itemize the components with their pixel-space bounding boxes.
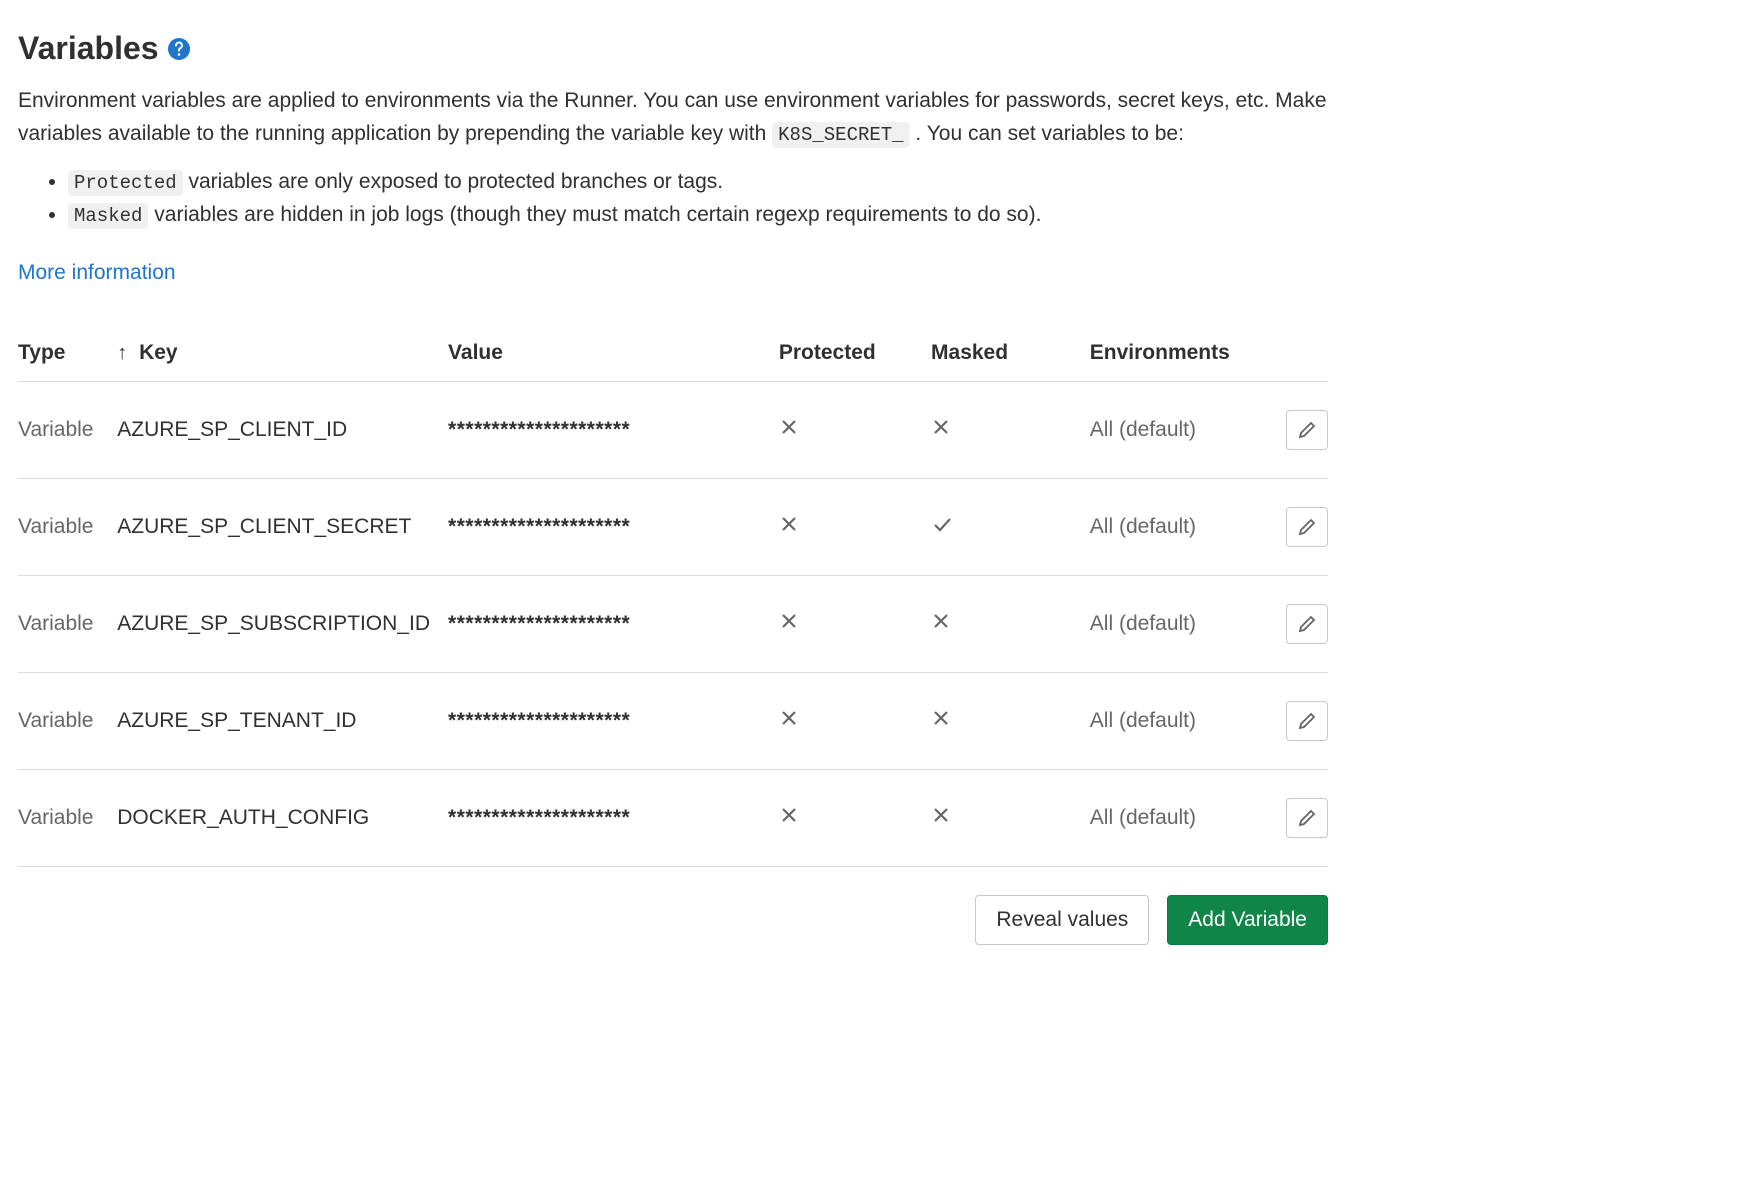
page-title: Variables (18, 30, 159, 67)
cell-protected (779, 576, 931, 673)
cell-value: ********************* (448, 576, 779, 673)
add-variable-button[interactable]: Add Variable (1167, 895, 1328, 945)
cell-environments: All (default) (1090, 770, 1262, 867)
sort-ascending-icon: ↑ (117, 342, 127, 365)
table-row: VariableDOCKER_AUTH_CONFIG**************… (18, 770, 1328, 867)
cell-type: Variable (18, 382, 117, 479)
col-header-action (1262, 325, 1328, 382)
col-header-environments[interactable]: Environments (1090, 325, 1262, 382)
cell-action (1262, 382, 1328, 479)
x-icon (931, 417, 951, 437)
cell-key: AZURE_SP_CLIENT_SECRET (117, 479, 448, 576)
section-heading: Variables (18, 30, 1328, 67)
x-icon (931, 805, 951, 825)
bullet-text: variables are hidden in job logs (though… (154, 203, 1041, 226)
cell-type: Variable (18, 673, 117, 770)
cell-environments: All (default) (1090, 673, 1262, 770)
description-list: Protected variables are only exposed to … (68, 166, 1328, 231)
list-item: Protected variables are only exposed to … (68, 166, 1328, 199)
table-row: VariableAZURE_SP_CLIENT_SECRET**********… (18, 479, 1328, 576)
cell-masked (931, 770, 1090, 867)
cell-protected (779, 770, 931, 867)
cell-protected (779, 673, 931, 770)
code-k8s-secret: K8S_SECRET_ (772, 122, 909, 148)
variables-section: Variables Environment variables are appl… (18, 30, 1328, 945)
table-row: VariableAZURE_SP_TENANT_ID**************… (18, 673, 1328, 770)
col-header-masked[interactable]: Masked (931, 325, 1090, 382)
table-row: VariableAZURE_SP_CLIENT_ID**************… (18, 382, 1328, 479)
check-icon (931, 513, 953, 535)
cell-value: ********************* (448, 770, 779, 867)
cell-action (1262, 479, 1328, 576)
x-icon (931, 611, 951, 631)
cell-action (1262, 673, 1328, 770)
col-header-value[interactable]: Value (448, 325, 779, 382)
cell-masked (931, 576, 1090, 673)
cell-action (1262, 576, 1328, 673)
x-icon (779, 805, 799, 825)
col-header-protected[interactable]: Protected (779, 325, 931, 382)
variables-table: Type ↑ Key Value Protected Masked Enviro… (18, 325, 1328, 867)
reveal-values-button[interactable]: Reveal values (975, 895, 1149, 945)
list-item: Masked variables are hidden in job logs … (68, 199, 1328, 232)
edit-variable-button[interactable] (1286, 798, 1328, 838)
cell-environments: All (default) (1090, 382, 1262, 479)
col-header-key[interactable]: ↑ Key (117, 325, 448, 382)
section-description: Environment variables are applied to env… (18, 85, 1328, 150)
cell-protected (779, 479, 931, 576)
cell-type: Variable (18, 576, 117, 673)
cell-masked (931, 479, 1090, 576)
cell-environments: All (default) (1090, 479, 1262, 576)
cell-action (1262, 770, 1328, 867)
cell-type: Variable (18, 770, 117, 867)
cell-key: DOCKER_AUTH_CONFIG (117, 770, 448, 867)
code-protected: Protected (68, 170, 183, 196)
x-icon (931, 708, 951, 728)
help-icon[interactable] (167, 37, 191, 61)
cell-masked (931, 673, 1090, 770)
footer-actions: Reveal values Add Variable (18, 895, 1328, 945)
edit-variable-button[interactable] (1286, 604, 1328, 644)
col-header-type[interactable]: Type (18, 325, 117, 382)
cell-type: Variable (18, 479, 117, 576)
col-header-key-label: Key (139, 341, 178, 364)
edit-variable-button[interactable] (1286, 507, 1328, 547)
cell-masked (931, 382, 1090, 479)
cell-environments: All (default) (1090, 576, 1262, 673)
x-icon (779, 708, 799, 728)
bullet-text: variables are only exposed to protected … (188, 170, 723, 193)
cell-value: ********************* (448, 479, 779, 576)
x-icon (779, 514, 799, 534)
x-icon (779, 611, 799, 631)
cell-protected (779, 382, 931, 479)
table-row: VariableAZURE_SP_SUBSCRIPTION_ID********… (18, 576, 1328, 673)
code-masked: Masked (68, 203, 148, 229)
edit-variable-button[interactable] (1286, 701, 1328, 741)
cell-key: AZURE_SP_TENANT_ID (117, 673, 448, 770)
cell-key: AZURE_SP_SUBSCRIPTION_ID (117, 576, 448, 673)
more-info-link[interactable]: More information (18, 261, 176, 285)
edit-variable-button[interactable] (1286, 410, 1328, 450)
x-icon (779, 417, 799, 437)
cell-key: AZURE_SP_CLIENT_ID (117, 382, 448, 479)
cell-value: ********************* (448, 382, 779, 479)
cell-value: ********************* (448, 673, 779, 770)
description-text-2: . You can set variables to be: (915, 122, 1184, 145)
